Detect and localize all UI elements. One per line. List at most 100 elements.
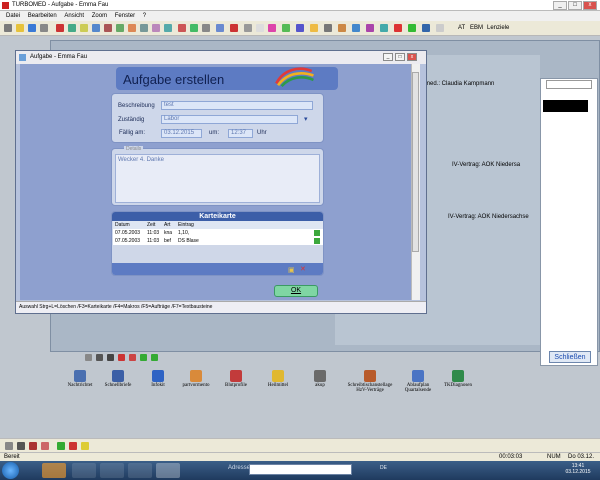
plus-icon[interactable] [230,24,238,32]
globe-icon[interactable] [352,24,360,32]
media-player-icon[interactable] [72,463,96,478]
car-icon[interactable] [41,442,49,450]
folder-icon[interactable] [16,24,24,32]
print-icon[interactable] [40,24,48,32]
info-icon[interactable] [422,24,430,32]
menu-bearbeiten[interactable]: Bearbeiten [28,13,57,19]
add-mini-icon[interactable] [140,354,147,361]
close-button[interactable]: x [583,1,597,10]
scissors-mini-icon[interactable] [129,354,136,361]
mail-icon[interactable] [140,24,148,32]
table-row[interactable]: 07.05.2003 11:03 kna 1,10, [113,229,323,237]
flag-icon[interactable] [190,24,198,32]
camera-icon[interactable] [324,24,332,32]
alert-icon[interactable] [394,24,402,32]
dialog-close-button[interactable]: x [407,53,417,61]
user-icon[interactable] [17,442,25,450]
calendar-icon[interactable] [92,24,100,32]
turbomed-taskbar-icon[interactable] [156,463,180,478]
star-icon[interactable] [310,24,318,32]
shortcut-blutprofile[interactable]: Blutprofile [216,370,256,388]
shortcut-ablaufplan[interactable]: Ablaufplan Quartalsende [398,370,438,393]
patient-icon[interactable] [68,24,76,32]
add-icon[interactable] [57,442,65,450]
close-patient-button[interactable]: Schließen [549,351,591,363]
remove-icon[interactable] [69,442,77,450]
folder-icon[interactable]: ▣ [288,266,295,274]
user-mini-icon[interactable] [107,354,114,361]
move-mini-icon[interactable] [151,354,158,361]
dialog-maximize-button[interactable]: □ [395,53,405,61]
list-icon[interactable] [104,24,112,32]
right-panel-select[interactable] [546,80,592,89]
start-button[interactable] [2,462,19,479]
shortcut-partvormento[interactable]: partvormento [176,370,216,388]
tool-ebm[interactable]: EBM [470,25,483,31]
shortcut-schreibtisch[interactable]: Schreibtischanstellage HzV-Verträge [342,370,398,393]
box-icon[interactable] [338,24,346,32]
chevron-down-icon[interactable]: ▾ [304,115,308,123]
book-icon[interactable] [282,24,290,32]
zustaendig-select[interactable]: Labor [161,115,298,124]
maximize-button[interactable]: □ [568,1,582,10]
cross-icon[interactable] [178,24,186,32]
bus-icon[interactable] [29,442,37,450]
row-green-icon[interactable] [314,230,320,236]
calc-icon[interactable] [244,24,252,32]
details-textarea[interactable]: Wecker 4. Danke [115,154,320,203]
smiley-icon[interactable] [128,24,136,32]
row-green-icon[interactable] [314,238,320,244]
shortcut-schnellbriefe[interactable]: Schnellbriefe [98,370,138,388]
menu-zoom[interactable]: Zoom [92,13,107,19]
folder-taskbar-icon[interactable] [128,463,152,478]
tray-lang[interactable]: DE [380,465,387,471]
more-icon[interactable] [436,24,444,32]
check-icon[interactable] [408,24,416,32]
taskbar-clock[interactable]: 13:41 03.12.2015 [560,463,596,475]
link-icon[interactable] [380,24,388,32]
key-icon[interactable] [296,24,304,32]
shortcut-heilmittel[interactable]: Heilmittel [258,370,298,388]
tag-icon[interactable] [366,24,374,32]
menu-ansicht[interactable]: Ansicht [64,13,84,19]
shortcut-nachtrichtet[interactable]: Nachtrichtet [60,370,100,388]
menu-fenster[interactable]: Fenster [115,13,135,19]
faellig-time-input[interactable]: 12:37 [228,129,253,138]
shortcut-infokit[interactable]: Infokit [138,370,178,388]
beschreibung-input[interactable]: test [161,101,313,110]
lab-icon[interactable] [116,24,124,32]
print-icon[interactable] [5,442,13,450]
ok-button[interactable]: OK [274,285,318,297]
page-icon[interactable] [256,24,264,32]
firefox-icon[interactable] [42,463,66,478]
doc-mini-icon[interactable] [85,354,92,361]
shortcut-akup[interactable]: akup [300,370,340,388]
address-input[interactable] [249,464,352,475]
record-icon[interactable] [56,24,64,32]
note-icon[interactable] [81,442,89,450]
monitor-icon[interactable] [216,24,224,32]
menu-datei[interactable]: Datei [6,13,20,19]
tool2-icon[interactable] [202,24,210,32]
faellig-date-input[interactable]: 03.12.2015 [161,129,202,138]
tool-lenziele[interactable]: Lenziele [487,25,509,31]
person-mini-icon[interactable] [96,354,103,361]
chart-icon[interactable] [164,24,172,32]
table-row[interactable]: 07.05.2003 11:03 bef DS Blase [113,237,323,245]
delete-mini-icon[interactable] [118,354,125,361]
karteikarte-header-row: Datum Zeit Art Eintrag [113,221,323,229]
heart-icon[interactable] [268,24,276,32]
scroll-thumb[interactable] [412,72,419,252]
minimize-button[interactable]: _ [553,1,567,10]
tool-icon[interactable] [4,24,12,32]
note-icon[interactable] [80,24,88,32]
explorer-icon[interactable] [100,463,124,478]
phone-icon[interactable] [152,24,160,32]
menu-help[interactable]: ? [143,13,146,19]
tool-at[interactable]: AT [458,25,465,31]
save-icon[interactable] [28,24,36,32]
shortcut-tkdiagnosen[interactable]: TKDiagnosen [438,370,478,388]
dialog-heading: Aufgabe erstellen [123,72,225,87]
dialog-minimize-button[interactable]: _ [383,53,393,61]
delete-icon[interactable]: ✕ [300,265,306,273]
